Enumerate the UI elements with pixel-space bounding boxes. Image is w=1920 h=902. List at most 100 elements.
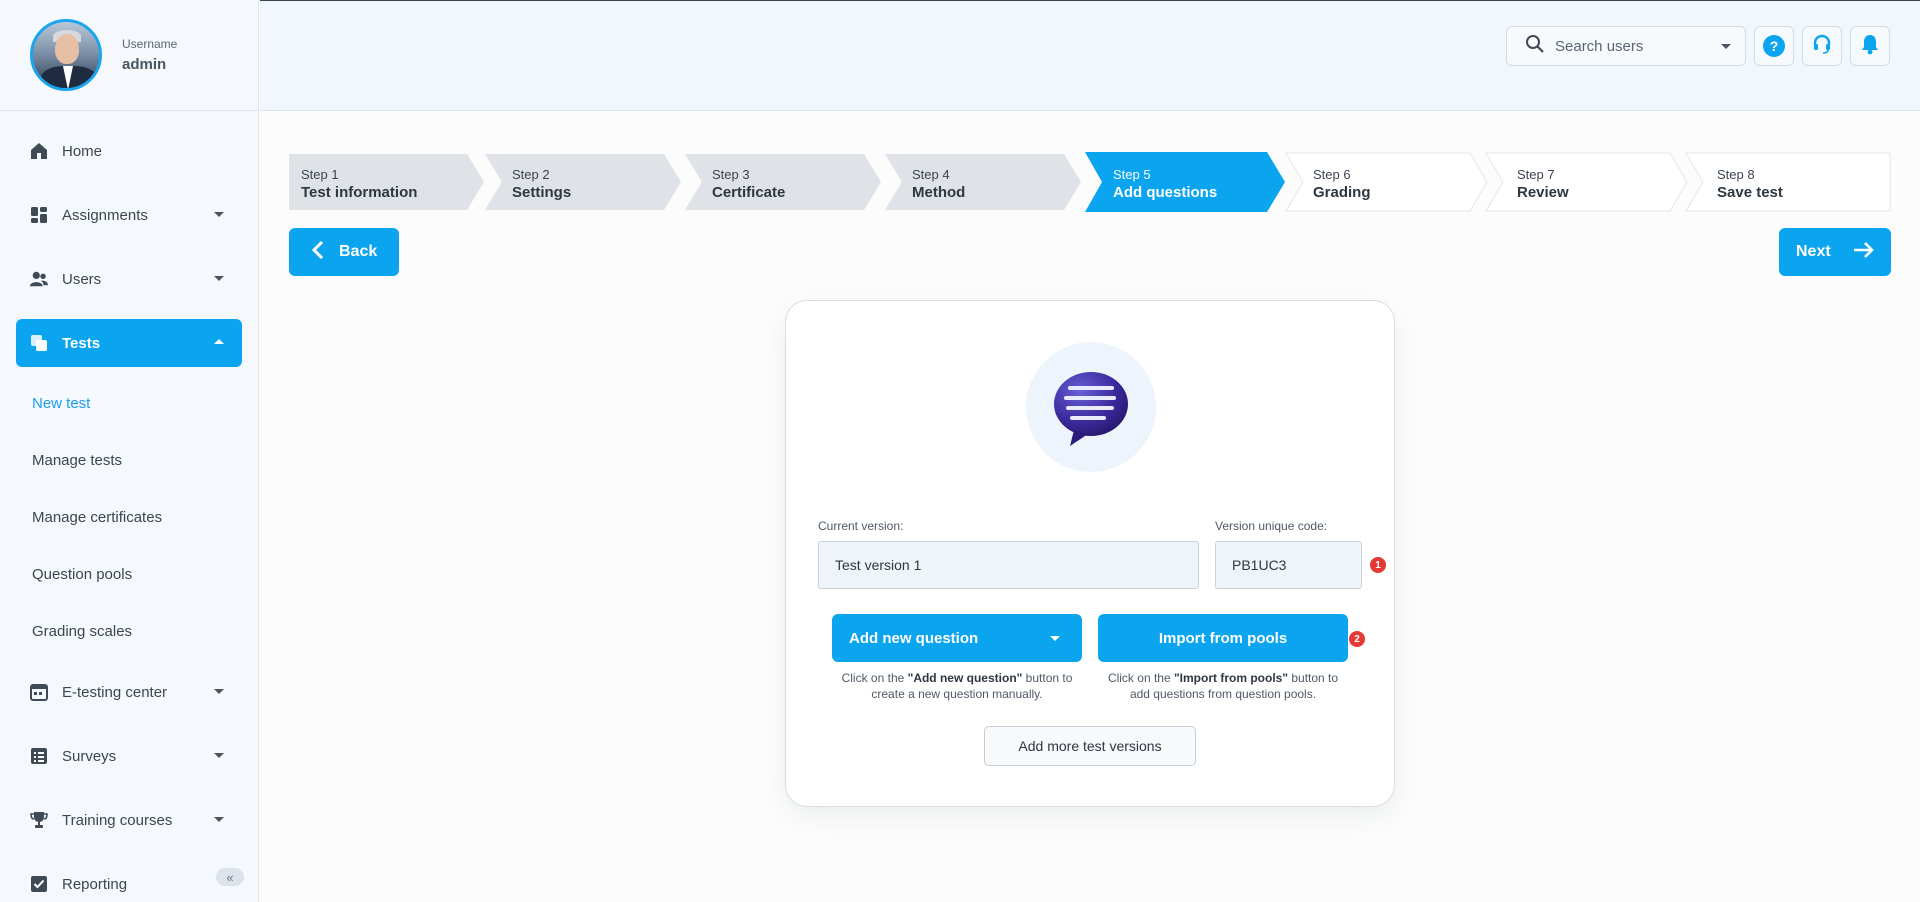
speech-bubble-icon [1054, 372, 1128, 446]
search-users-dropdown[interactable]: Search users [1506, 26, 1746, 66]
hint-badge-2: 2 [1349, 631, 1365, 647]
step-label: Settings [512, 184, 572, 201]
sidebar-item-label: Assignments [62, 206, 148, 224]
double-chevron-left-icon: « [226, 869, 234, 885]
step-4[interactable]: Step 4 Method [885, 152, 1081, 212]
step-label: Review [1517, 184, 1569, 201]
back-button[interactable]: Back [289, 228, 399, 276]
step-number: Step 6 [1313, 167, 1351, 182]
sidebar-item-assignments[interactable]: Assignments [16, 191, 242, 239]
sidebar-item-label: Training courses [62, 811, 173, 829]
chevron-down-icon [214, 817, 224, 822]
sidebar-item-label: Users [62, 270, 102, 288]
arrow-right-icon [1853, 241, 1875, 264]
step-number: Step 2 [512, 167, 550, 182]
import-from-pools-button[interactable]: Import from pools [1098, 614, 1348, 662]
help-button[interactable]: ? [1754, 26, 1794, 66]
chevron-down-icon [214, 276, 224, 281]
step-8[interactable]: Step 8 Save test [1685, 152, 1891, 212]
sidebar-subitem-grading-scales[interactable]: Grading scales [32, 611, 242, 652]
search-icon [1525, 34, 1545, 59]
step-label: Add questions [1113, 184, 1218, 201]
bell-icon [1859, 33, 1881, 60]
calendar-icon [30, 683, 48, 701]
chevron-down-icon [1721, 44, 1731, 49]
username-label: Username [122, 37, 178, 51]
import-pools-label: Import from pools [1158, 629, 1288, 647]
hint-badge-1: 1 [1370, 557, 1386, 573]
step-6[interactable]: Step 6 Grading [1285, 152, 1489, 212]
chevron-down-icon [214, 212, 224, 217]
sidebar-item-training-courses[interactable]: Training courses [16, 796, 242, 844]
add-more-test-versions-button[interactable]: Add more test versions [984, 726, 1196, 766]
step-number: Step 5 [1113, 167, 1151, 182]
sidebar-subitem-manage-certificates[interactable]: Manage certificates [32, 497, 242, 538]
sidebar-item-label: Tests [62, 334, 101, 352]
step-label: Save test [1717, 184, 1783, 201]
current-version-label: Current version: [818, 519, 904, 533]
sidebar-subitem-new-test[interactable]: New test [32, 383, 242, 424]
sidebar-subitem-manage-tests[interactable]: Manage tests [32, 440, 242, 481]
add-new-question-button[interactable]: Add new question [832, 614, 1082, 662]
step-label: Grading [1313, 184, 1371, 201]
sidebar: Username admin Home Assignments Users Te… [0, 0, 259, 902]
back-label: Back [339, 243, 378, 260]
version-code-label: Version unique code: [1215, 519, 1328, 533]
chevron-left-icon [311, 240, 325, 265]
step-1[interactable]: Step 1 Test information [289, 152, 484, 212]
chat-bubble-illustration [1026, 342, 1156, 472]
chevron-down-icon [214, 689, 224, 694]
step-3[interactable]: Step 3 Certificate [685, 152, 881, 212]
users-icon [30, 270, 48, 288]
wizard-stepper: Step 1 Test information Step 2 Settings St… [289, 152, 1891, 212]
sidebar-item-e-testing-center[interactable]: E-testing center [16, 668, 242, 716]
help-icon: ? [1763, 35, 1785, 57]
step-number: Step 7 [1517, 167, 1555, 182]
trophy-icon [30, 811, 48, 829]
list-icon [30, 747, 48, 765]
step-7[interactable]: Step 7 Review [1485, 152, 1689, 212]
sidebar-nav: Home Assignments Users Tests New test Ma… [0, 111, 258, 902]
home-icon [30, 142, 48, 160]
step-number: Step 4 [912, 167, 950, 182]
add-question-hint: Click on the "Add new question" button t… [841, 671, 1073, 701]
sidebar-item-surveys[interactable]: Surveys [16, 732, 242, 780]
avatar[interactable] [30, 19, 102, 91]
headset-icon [1811, 33, 1833, 60]
step-label: Test information [301, 184, 418, 201]
step-2[interactable]: Step 2 Settings [485, 152, 681, 212]
sidebar-item-label: Home [62, 142, 103, 160]
user-block: Username admin [0, 0, 258, 111]
chevron-down-icon [1050, 636, 1060, 641]
step-number: Step 1 [301, 167, 339, 182]
add-questions-card: Current version: Test version 1 Version … [785, 300, 1395, 807]
sidebar-item-label: Surveys [62, 747, 117, 765]
support-button[interactable] [1802, 26, 1842, 66]
next-label: Next [1796, 243, 1831, 260]
next-button[interactable]: Next [1779, 228, 1891, 276]
sidebar-item-label: E-testing center [62, 683, 168, 701]
add-question-label: Add new question [849, 629, 979, 647]
username-value: admin [122, 56, 167, 73]
sidebar-item-reporting[interactable]: Reporting [16, 860, 242, 902]
search-placeholder: Search users [1555, 37, 1644, 55]
top-header: Search users ? [260, 0, 1920, 111]
chevron-down-icon [214, 753, 224, 758]
sidebar-subitem-question-pools[interactable]: Question pools [32, 554, 242, 595]
collapse-sidebar-button[interactable]: « [216, 868, 244, 886]
current-version-field[interactable]: Test version 1 [818, 541, 1199, 589]
notifications-button[interactable] [1850, 26, 1890, 66]
chevron-up-icon [214, 339, 224, 344]
sidebar-item-tests[interactable]: Tests [16, 319, 242, 367]
sidebar-item-home[interactable]: Home [16, 127, 242, 175]
copy-icon [30, 334, 48, 352]
version-code-field[interactable]: PB1UC3 [1215, 541, 1362, 589]
step-number: Step 3 [712, 167, 750, 182]
sidebar-item-label: Reporting [62, 875, 128, 893]
dashboard-icon [30, 206, 48, 224]
step-label: Certificate [712, 184, 786, 201]
step-number: Step 8 [1717, 167, 1755, 182]
step-5-active[interactable]: Step 5 Add questions [1085, 152, 1285, 212]
sidebar-item-users[interactable]: Users [16, 255, 242, 303]
import-pools-hint: Click on the "Import from pools" button … [1107, 671, 1339, 701]
